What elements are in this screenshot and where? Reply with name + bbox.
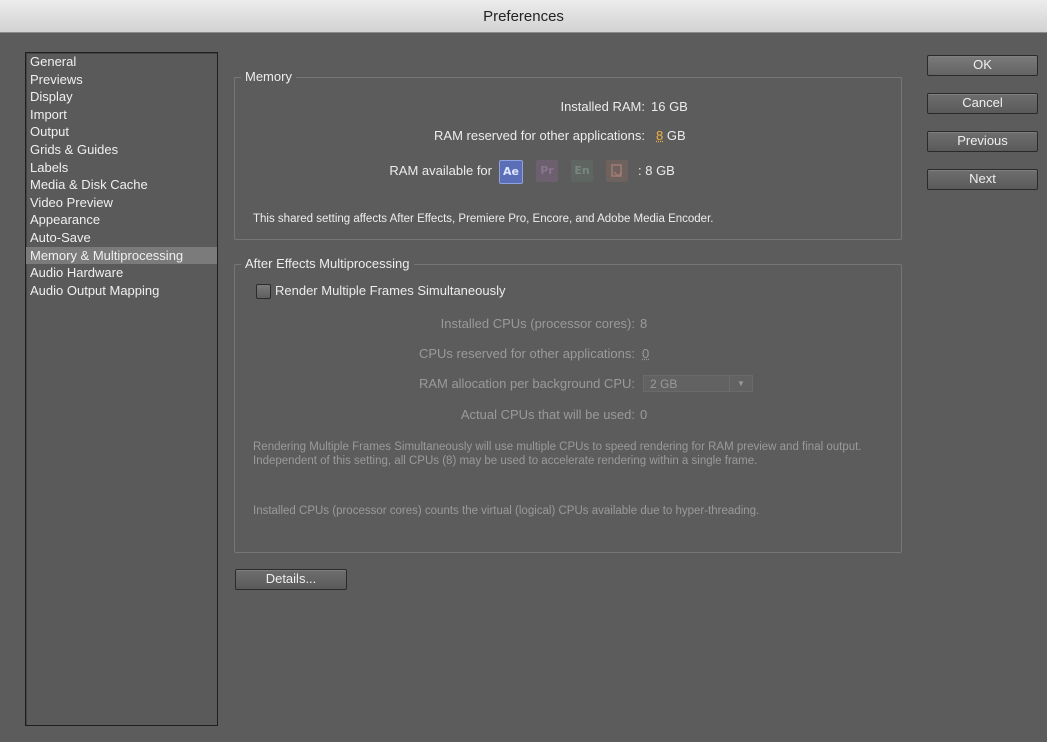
ram-available-label: RAM available for [389,163,492,178]
chevron-down-icon: ▼ [729,376,752,391]
sidebar-item-grids-guides[interactable]: Grids & Guides [26,141,217,159]
media-encoder-glyph [611,164,623,178]
multiprocessing-note: Rendering Multiple Frames Simultaneously… [253,441,862,467]
sidebar-item-audio-output-mapping[interactable]: Audio Output Mapping [26,282,217,300]
sidebar-item-audio-hardware[interactable]: Audio Hardware [26,264,217,282]
ram-reserved-label: RAM reserved for other applications: [434,128,645,143]
ram-allocation-label: RAM allocation per background CPU: [418,376,635,391]
after-effects-icon: Ae [499,160,523,184]
sidebar-item-general[interactable]: General [26,53,217,71]
ram-allocation-value: 2 GB [650,377,678,391]
ram-reserved-unit: GB [666,128,686,143]
ram-reserved-value[interactable]: 8 [656,128,663,143]
window-title: Preferences [483,8,564,25]
multiprocessing-legend: After Effects Multiprocessing [241,256,414,271]
sidebar-item-video-preview[interactable]: Video Preview [26,194,217,212]
sidebar-item-media-disk-cache[interactable]: Media & Disk Cache [26,176,217,194]
memory-shared-note: This shared setting affects After Effect… [253,213,714,225]
encore-icon: En [571,160,593,182]
sidebar-item-previews[interactable]: Previews [26,71,217,89]
actual-cpus-label: Actual CPUs that will be used: [460,407,635,422]
sidebar-item-import[interactable]: Import [26,106,217,124]
memory-legend: Memory [241,69,296,84]
title-bar: Preferences [0,0,1047,33]
sidebar-item-auto-save[interactable]: Auto-Save [26,229,217,247]
premiere-pro-icon: Pr [536,160,558,182]
render-multiple-frames-checkbox[interactable] [256,284,271,299]
reserved-cpus-label: CPUs reserved for other applications: [418,346,635,361]
sidebar-item-memory-multiprocessing[interactable]: Memory & Multiprocessing [26,246,217,265]
ram-reserved-field[interactable]: 8 GB [656,128,686,143]
details-button[interactable]: Details... [235,569,347,590]
sidebar-item-output[interactable]: Output [26,123,217,141]
previous-button[interactable]: Previous [927,131,1038,152]
cancel-button[interactable]: Cancel [927,93,1038,114]
sidebar-item-display[interactable]: Display [26,88,217,106]
ram-available-value: : 8 GB [638,163,675,178]
hyperthreading-note: Installed CPUs (processor cores) counts … [253,505,760,517]
next-button[interactable]: Next [927,169,1038,190]
multiprocessing-group: After Effects Multiprocessing Render Mul… [234,256,902,553]
sidebar-item-labels[interactable]: Labels [26,159,217,177]
sidebar-item-appearance[interactable]: Appearance [26,211,217,229]
installed-ram-value: 16 GB [651,99,688,114]
render-multiple-frames-label[interactable]: Render Multiple Frames Simultaneously [275,283,505,298]
preferences-category-list[interactable]: General Previews Display Import Output G… [25,52,218,726]
actual-cpus-value: 0 [640,407,648,422]
media-encoder-icon [606,160,628,182]
installed-ram-label: Installed RAM: [560,99,645,114]
memory-group: Memory Installed RAM: 16 GB RAM reserved… [234,69,902,240]
reserved-cpus-value[interactable]: 0 [642,346,649,361]
ram-allocation-dropdown[interactable]: 2 GB ▼ [643,375,753,392]
installed-cpus-value: 8 [640,316,648,331]
installed-cpus-label: Installed CPUs (processor cores): [440,316,635,331]
ok-button[interactable]: OK [927,55,1038,76]
